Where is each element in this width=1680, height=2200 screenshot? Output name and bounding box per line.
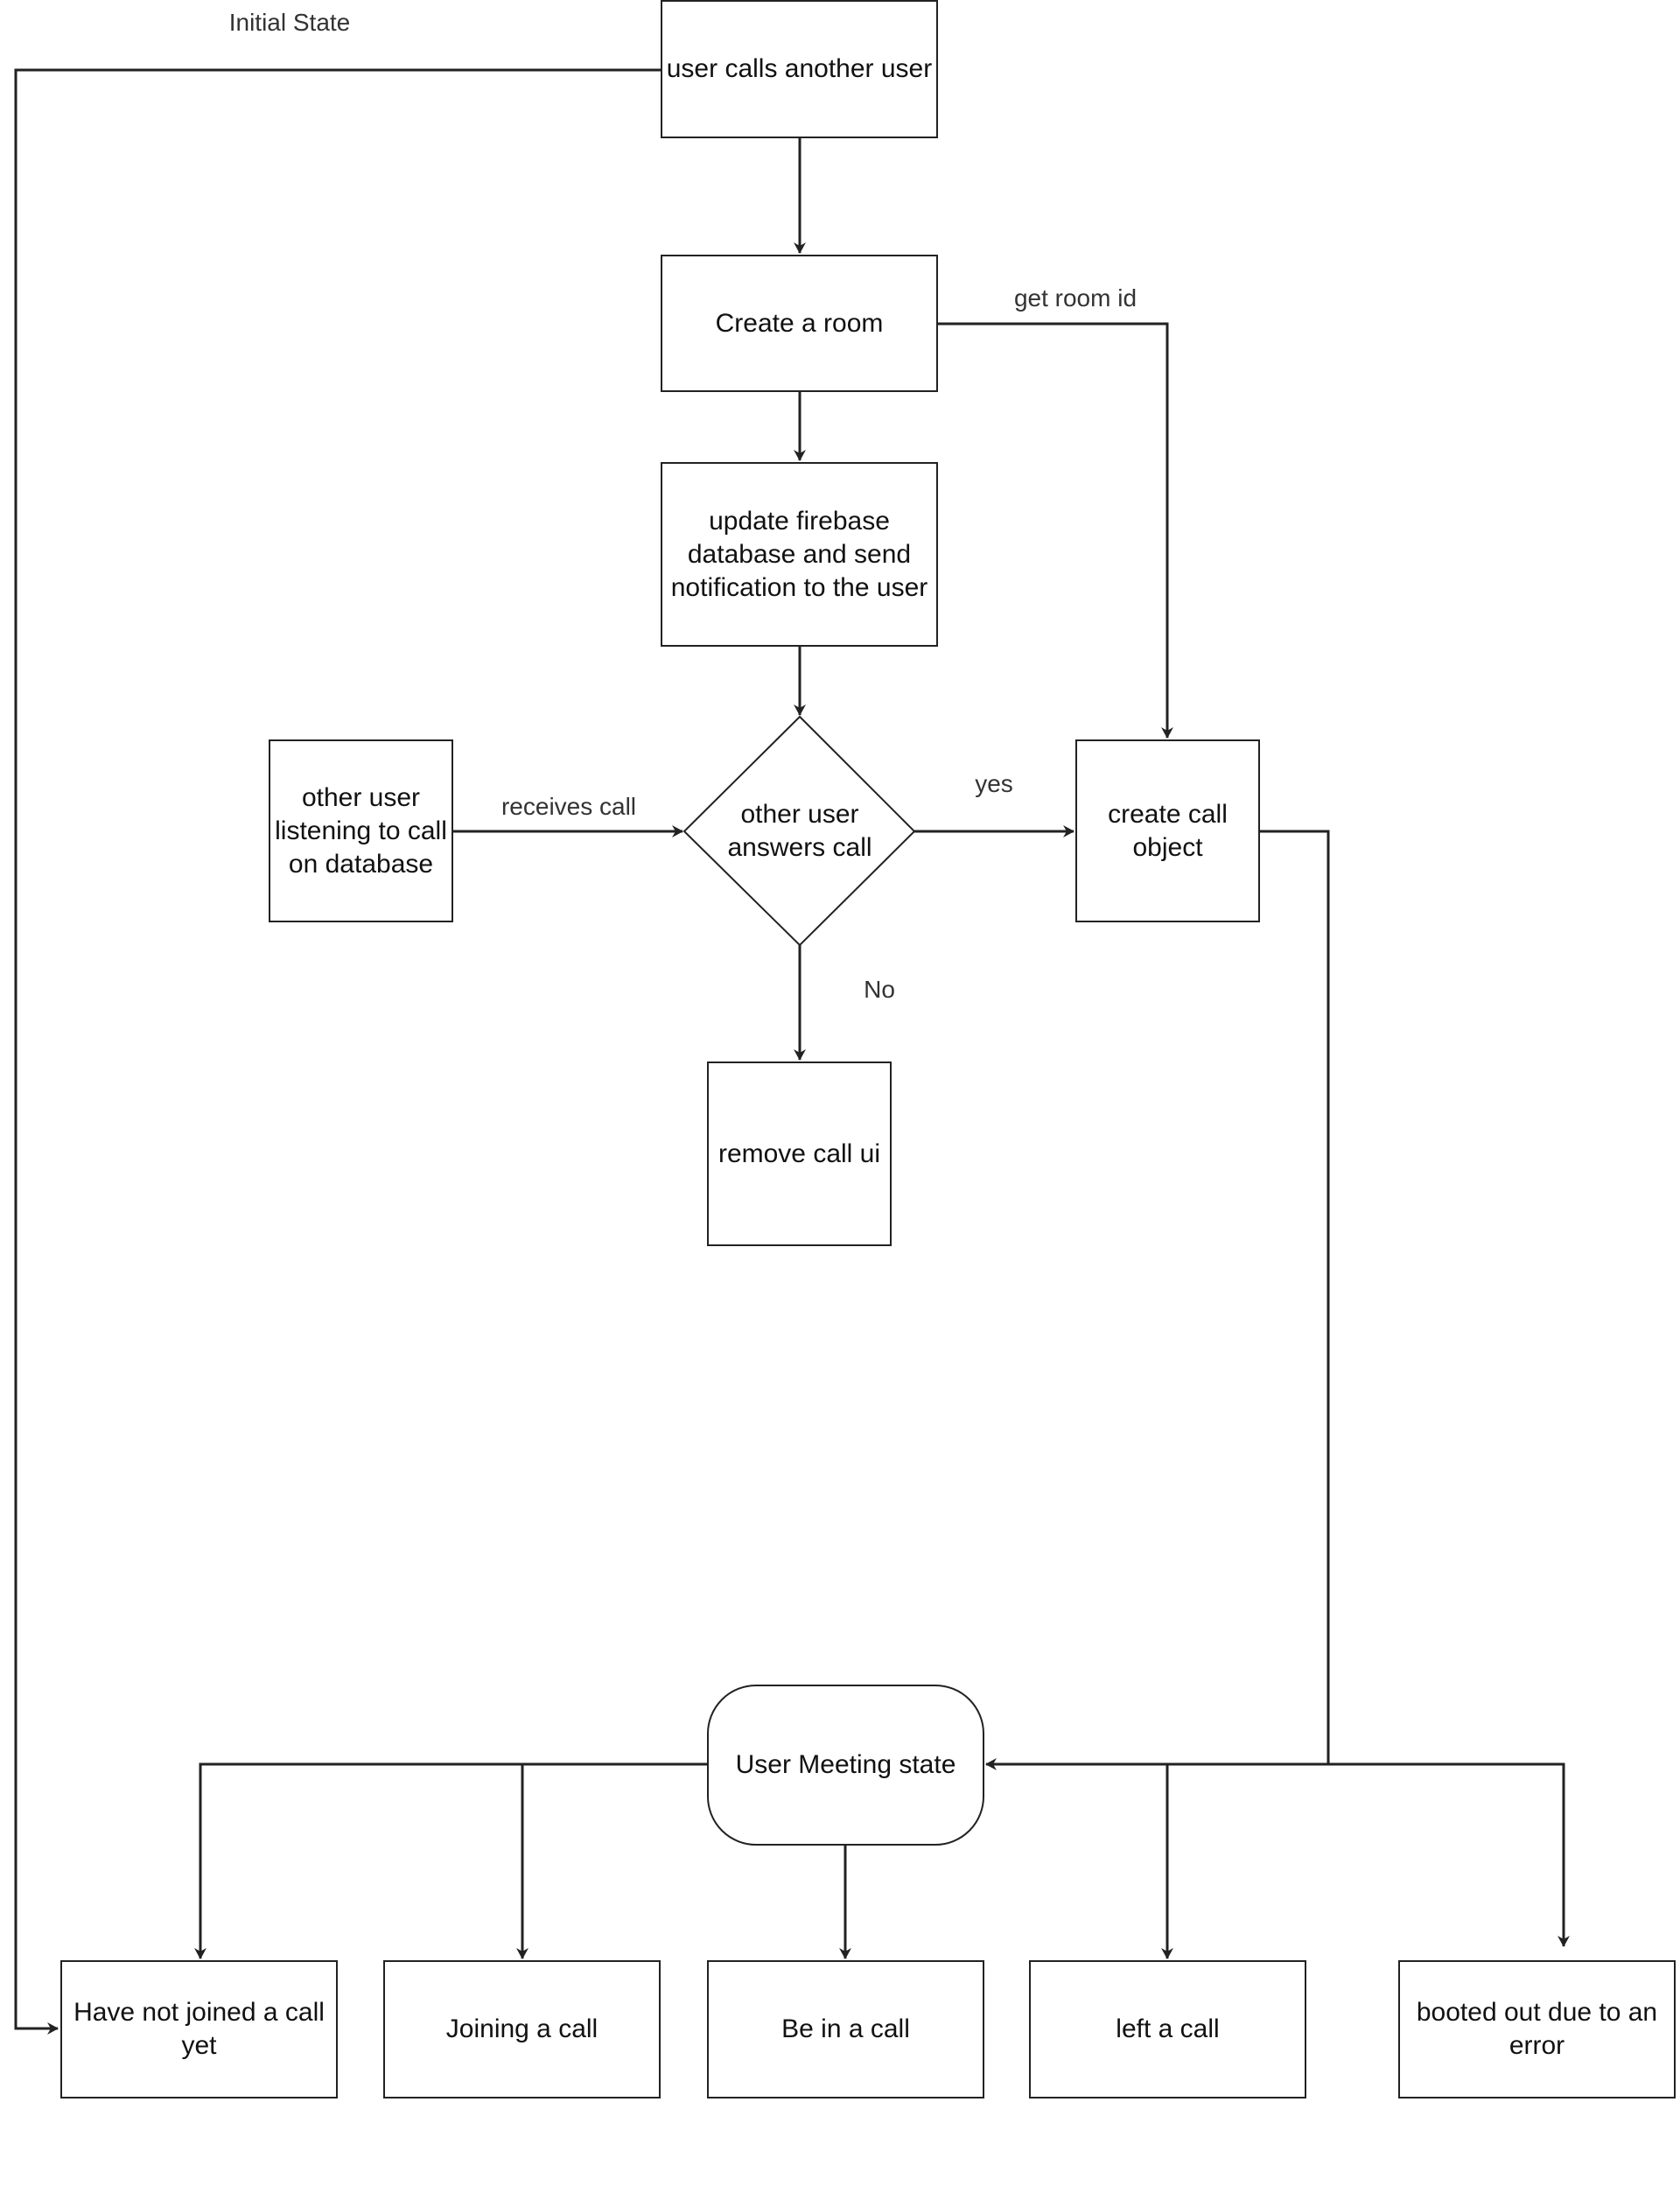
node-state-in-call: Be in a call (707, 1960, 984, 2098)
label-receives-call: receives call (500, 793, 637, 820)
node-state-not-joined: Have not joined a call yet (60, 1960, 338, 2098)
label-initial-state: Initial State (228, 9, 351, 36)
edge-get-room-id (938, 322, 1173, 739)
node-remove-call-ui: remove call ui (707, 1061, 892, 1246)
node-update-firebase: update firebase database and send notifi… (661, 462, 938, 647)
edge-call-object-to-meeting (985, 830, 1330, 1770)
edge-to-not-joined (194, 1762, 707, 1959)
node-meeting-state: User Meeting state (707, 1685, 984, 1846)
node-state-joining: Joining a call (383, 1960, 661, 2098)
node-state-left: left a call (1029, 1960, 1306, 2098)
node-create-room: Create a room (661, 255, 938, 392)
label-no: No (864, 976, 895, 1003)
decision-answers-label: other user answers call (727, 800, 872, 862)
node-other-user-listening: other user listening to call on database (269, 739, 453, 922)
node-state-booted: booted out due to an error (1398, 1960, 1676, 2098)
label-get-room-id: get room id (1013, 284, 1138, 312)
edge-to-booted (1328, 1762, 1570, 1947)
edge-initial-state (14, 68, 661, 2035)
label-yes: yes (975, 770, 1013, 797)
node-create-call-object: create call object (1075, 739, 1260, 922)
node-user-calls: user calls another user (661, 0, 938, 138)
